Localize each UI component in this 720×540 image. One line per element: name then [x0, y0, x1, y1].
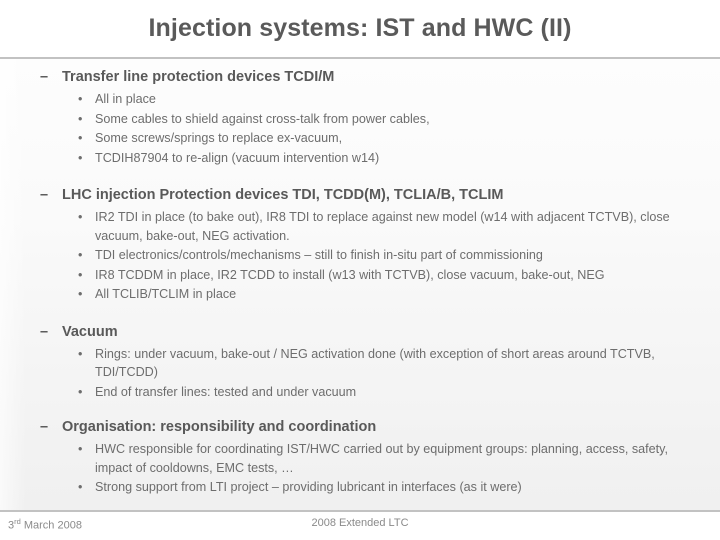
section-heading: – Vacuum — [0, 322, 720, 343]
slide-footer: 3rd March 2008 2008 Extended LTC — [0, 512, 720, 540]
section-lhc-injection-protection: – LHC injection Protection devices TDI, … — [0, 185, 720, 304]
dot-bullet-icon: • — [78, 442, 83, 456]
section-bullet-list: • Rings: under vacuum, bake-out / NEG ac… — [0, 345, 720, 402]
list-item: • Strong support from LTI project – prov… — [0, 478, 720, 497]
list-item: • IR2 TDI in place (to bake out), IR8 TD… — [0, 208, 720, 245]
list-item: • Some screws/springs to replace ex-vacu… — [0, 129, 720, 148]
section-vacuum: – Vacuum • Rings: under vacuum, bake-out… — [0, 322, 720, 402]
list-item: • Some cables to shield against cross-ta… — [0, 110, 720, 129]
dot-bullet-icon: • — [78, 287, 83, 301]
list-item-label: Rings: under vacuum, bake-out / NEG acti… — [95, 346, 655, 380]
dot-bullet-icon: • — [78, 92, 83, 106]
dot-bullet-icon: • — [78, 131, 83, 145]
dot-bullet-icon: • — [78, 480, 83, 494]
section-heading: – Organisation: responsibility and coord… — [0, 417, 720, 438]
section-heading-label: Transfer line protection devices TCDI/M — [62, 69, 335, 85]
list-item-label: TDI electronics/controls/mechanisms – st… — [95, 248, 543, 262]
list-item-label: Some cables to shield against cross-talk… — [95, 111, 430, 126]
section-bullet-list: • All in place • Some cables to shield a… — [0, 90, 720, 167]
list-item-label: IR8 TCDDM in place, IR2 TCDD to install … — [95, 267, 605, 282]
dash-bullet-icon: – — [40, 187, 49, 203]
dot-bullet-icon: • — [78, 267, 83, 282]
dash-bullet-icon: – — [40, 419, 49, 435]
section-heading: – Transfer line protection devices TCDI/… — [0, 67, 720, 88]
section-bullet-list: • IR2 TDI in place (to bake out), IR8 TD… — [0, 208, 720, 304]
dot-bullet-icon: • — [78, 248, 83, 262]
page-title: Injection systems: IST and HWC (II) — [148, 14, 572, 42]
section-organisation: – Organisation: responsibility and coord… — [0, 417, 720, 497]
section-heading: – LHC injection Protection devices TDI, … — [0, 185, 720, 206]
list-item: • TCDIH87904 to re-align (vacuum interve… — [0, 149, 720, 168]
list-item: • Rings: under vacuum, bake-out / NEG ac… — [0, 345, 720, 382]
slide-title-area: Injection systems: IST and HWC (II) — [0, 0, 720, 57]
list-item-label: TCDIH87904 to re-align (vacuum intervent… — [95, 150, 380, 165]
list-item: • TDI electronics/controls/mechanisms – … — [0, 246, 720, 265]
dash-bullet-icon: – — [40, 69, 49, 85]
section-heading-label: Vacuum — [62, 323, 118, 340]
section-bullet-list: • HWC responsible for coordinating IST/H… — [0, 440, 720, 497]
list-item: • All TCLIB/TCLIM in place — [0, 285, 720, 304]
list-item: • End of transfer lines: tested and unde… — [0, 383, 720, 402]
dot-bullet-icon: • — [78, 210, 83, 224]
list-item-label: Strong support from LTI project – provid… — [95, 480, 522, 494]
list-item-label: End of transfer lines: tested and under … — [95, 384, 357, 399]
slide: Injection systems: IST and HWC (II) – Tr… — [0, 0, 720, 540]
list-item-label: HWC responsible for coordinating IST/HWC… — [95, 442, 669, 475]
dot-bullet-icon: • — [78, 346, 83, 361]
list-item: • HWC responsible for coordinating IST/H… — [0, 440, 720, 477]
list-item-label: All TCLIB/TCLIM in place — [95, 287, 237, 301]
list-item-label: IR2 TDI in place (to bake out), IR8 TDI … — [95, 210, 670, 243]
slide-content: – Transfer line protection devices TCDI/… — [0, 59, 720, 497]
list-item: • All in place — [0, 90, 720, 109]
dot-bullet-icon: • — [78, 111, 83, 126]
list-item: • IR8 TCDDM in place, IR2 TCDD to instal… — [0, 266, 720, 285]
list-item-label: All in place — [95, 92, 156, 106]
section-transfer-line-protection: – Transfer line protection devices TCDI/… — [0, 67, 720, 167]
list-item-label: Some screws/springs to replace ex-vacuum… — [95, 131, 343, 145]
dash-bullet-icon: – — [40, 323, 49, 340]
dot-bullet-icon: • — [78, 150, 83, 165]
section-heading-label: Organisation: responsibility and coordin… — [62, 419, 377, 435]
section-heading-label: LHC injection Protection devices TDI, TC… — [62, 187, 504, 203]
slide-body-panel: – Transfer line protection devices TCDI/… — [0, 57, 720, 512]
dot-bullet-icon: • — [78, 384, 83, 399]
footer-center-label: 2008 Extended LTC — [311, 517, 409, 529]
